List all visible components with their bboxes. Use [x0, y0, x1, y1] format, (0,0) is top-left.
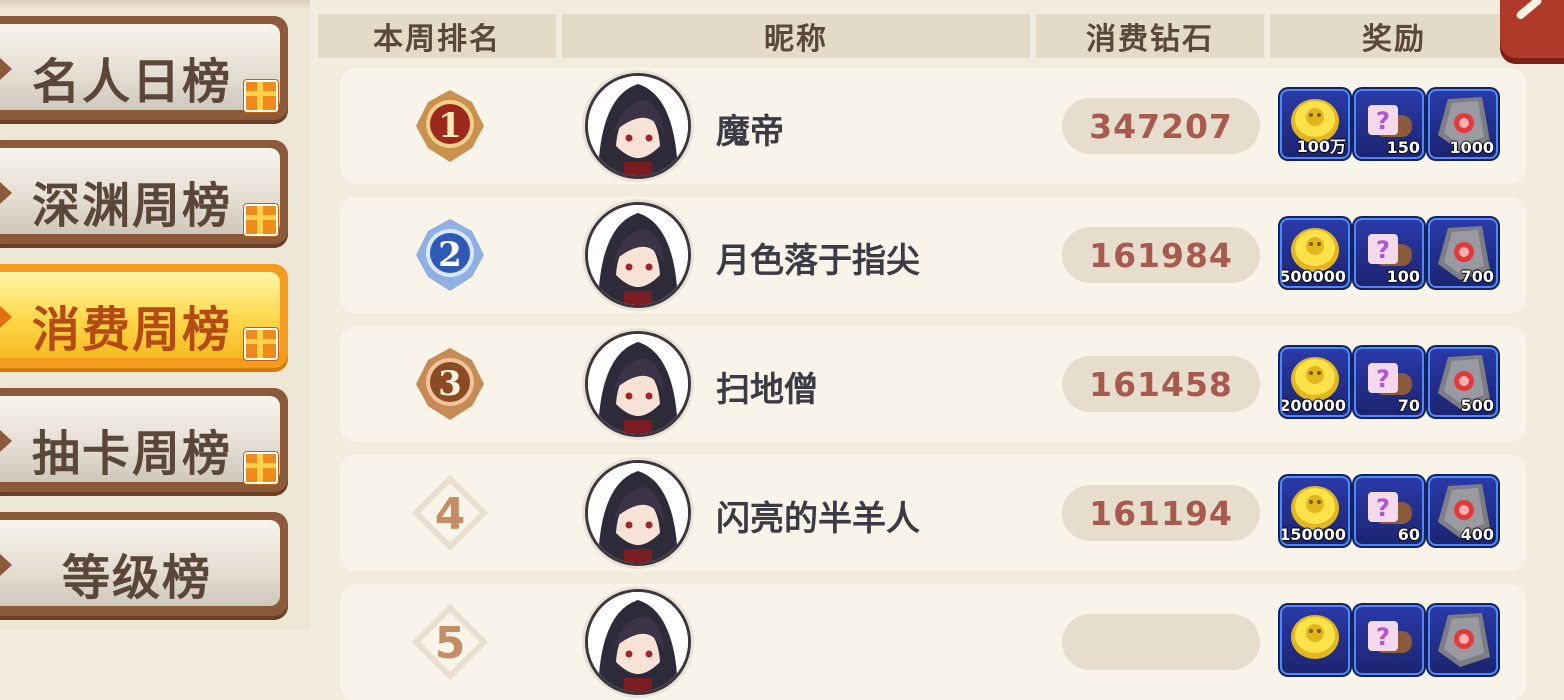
tab-label: 等级榜	[61, 550, 212, 606]
chevron-right-icon	[0, 430, 12, 452]
reward-item[interactable]: 500000	[1282, 220, 1348, 286]
player-nickname[interactable]: 月色落于指尖	[716, 233, 920, 282]
red-rune-stone-icon	[1430, 607, 1496, 673]
ranking-sidebar: 名人日榜 深渊周榜 消费周榜 抽卡周榜 等级榜	[0, 0, 310, 630]
svg-text:3: 3	[438, 364, 462, 404]
reward-item[interactable]: ?	[1356, 607, 1422, 673]
reward-list: 150000? 60 400	[1282, 478, 1502, 548]
gift-icon	[244, 80, 278, 112]
reward-item[interactable]: 700	[1430, 220, 1496, 286]
reward-quantity: 200000	[1282, 396, 1346, 415]
reward-quantity: 1000	[1449, 138, 1494, 157]
table-row: 1 魔帝 347207 100万? 150 1000	[340, 68, 1526, 184]
diamond-count: 161194	[1062, 485, 1260, 541]
tab-celebrity-daily[interactable]: 名人日榜	[0, 16, 288, 124]
reward-quantity: 150000	[1282, 525, 1346, 544]
player-nickname[interactable]: 扫地僧	[716, 362, 818, 411]
tab-level-ranking[interactable]: 等级榜	[0, 512, 288, 620]
svg-text:1: 1	[438, 106, 462, 146]
svg-text:?: ?	[1376, 236, 1390, 264]
avatar[interactable]	[588, 463, 688, 563]
diamond-count: 161458	[1062, 356, 1260, 412]
tab-label: 名人日榜	[31, 54, 232, 110]
reward-quantity: 500000	[1282, 267, 1346, 286]
diamond-frame-icon: 5	[411, 603, 489, 681]
gift-icon	[244, 204, 278, 236]
chevron-right-icon	[0, 306, 12, 328]
reward-item[interactable]: ? 100	[1356, 220, 1422, 286]
mystery-scroll-icon: ?	[1356, 607, 1422, 673]
svg-text:5: 5	[435, 618, 466, 669]
bronze-medal-icon: 3	[412, 346, 488, 422]
svg-text:4: 4	[435, 489, 466, 540]
chevron-right-icon	[0, 182, 12, 204]
reward-item[interactable]: 100万	[1282, 91, 1348, 157]
reward-list: 500000? 100 700	[1282, 220, 1502, 290]
reward-quantity: 150	[1386, 138, 1420, 157]
gold-coin-icon	[1282, 607, 1348, 673]
reward-quantity: 100	[1386, 267, 1420, 286]
tab-label: 消费周榜	[31, 302, 232, 358]
table-row: 2 月色落于指尖 161984 500000? 100 700	[340, 197, 1526, 313]
svg-text:?: ?	[1376, 107, 1390, 135]
reward-item[interactable]: 150000	[1282, 478, 1348, 544]
reward-quantity: 60	[1397, 525, 1420, 544]
gift-icon	[244, 328, 278, 360]
svg-text:?: ?	[1376, 365, 1390, 393]
table-row: 3 扫地僧 161458 200000? 70 500	[340, 326, 1526, 442]
tab-abyss-weekly[interactable]: 深渊周榜	[0, 140, 288, 248]
reward-item[interactable]	[1282, 607, 1348, 673]
tab-label: 深渊周榜	[31, 178, 232, 234]
reward-quantity: 70	[1397, 396, 1420, 415]
avatar[interactable]	[588, 205, 688, 305]
reward-quantity: 100万	[1296, 137, 1346, 156]
reward-item[interactable]: 400	[1430, 478, 1496, 544]
header-rank: 本周排名	[318, 14, 556, 58]
silver-medal-icon: 2	[412, 217, 488, 293]
tab-draw-weekly[interactable]: 抽卡周榜	[0, 388, 288, 496]
player-nickname[interactable]: 闪亮的半羊人	[716, 491, 920, 540]
header-nickname: 昵称	[562, 14, 1030, 58]
diamond-count	[1062, 614, 1260, 670]
svg-text:?: ?	[1376, 623, 1390, 651]
avatar[interactable]	[588, 334, 688, 434]
reward-quantity: 500	[1460, 396, 1494, 415]
player-nickname[interactable]: 魔帝	[716, 104, 784, 153]
reward-item[interactable]: ? 70	[1356, 349, 1422, 415]
reward-quantity: 400	[1460, 525, 1494, 544]
tab-spending-weekly[interactable]: 消费周榜	[0, 264, 288, 372]
reward-list: ?	[1282, 607, 1502, 677]
svg-text:2: 2	[438, 235, 462, 275]
reward-list: 100万? 150 1000	[1282, 91, 1502, 161]
gift-icon	[244, 452, 278, 484]
header-rewards: 奖励	[1270, 14, 1518, 58]
table-header: 本周排名 昵称 消费钻石 奖励	[318, 14, 1518, 58]
close-ribbon-button[interactable]	[1500, 0, 1564, 64]
reward-item[interactable]: 1000	[1430, 91, 1496, 157]
diamond-count: 161984	[1062, 227, 1260, 283]
tab-label: 抽卡周榜	[31, 426, 232, 482]
avatar[interactable]	[588, 592, 688, 692]
reward-item[interactable]: 200000	[1282, 349, 1348, 415]
reward-list: 200000? 70 500	[1282, 349, 1502, 419]
table-row: 4 闪亮的半羊人 161194 150000? 60 400	[340, 455, 1526, 571]
header-diamonds: 消费钻石	[1036, 14, 1264, 58]
reward-item[interactable]	[1430, 607, 1496, 673]
reward-item[interactable]: 500	[1430, 349, 1496, 415]
reward-quantity: 700	[1460, 267, 1494, 286]
svg-text:?: ?	[1376, 494, 1390, 522]
diamond-frame-icon: 4	[411, 474, 489, 552]
chevron-right-icon	[0, 58, 12, 80]
reward-item[interactable]: ? 60	[1356, 478, 1422, 544]
table-row: 5?	[340, 584, 1526, 700]
gold-medal-icon: 1	[412, 88, 488, 164]
avatar[interactable]	[588, 76, 688, 176]
reward-item[interactable]: ? 150	[1356, 91, 1422, 157]
diamond-count: 347207	[1062, 98, 1260, 154]
chevron-right-icon	[0, 554, 12, 576]
sidebar-top-edge	[0, 0, 310, 10]
